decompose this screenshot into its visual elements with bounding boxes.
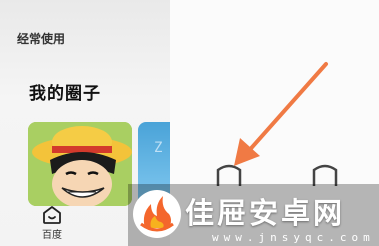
circle-card-1-image bbox=[28, 122, 132, 206]
section-label-frequently-used: 经常使用 bbox=[17, 32, 66, 46]
partial-icon-left bbox=[216, 164, 242, 186]
circle-card-1[interactable] bbox=[28, 122, 132, 206]
bottom-nav-baidu-label: 百度 bbox=[42, 230, 62, 241]
bottom-nav-baidu[interactable]: 百度 bbox=[36, 206, 68, 246]
pointer-arrow-icon bbox=[234, 62, 328, 166]
home-icon bbox=[43, 206, 61, 224]
my-circles-title: 我的圈子 bbox=[29, 84, 101, 104]
flame-logo-icon bbox=[133, 190, 181, 238]
circle-card-2-text: Z bbox=[154, 140, 163, 156]
partial-icon-right bbox=[312, 164, 338, 186]
watermark-site-name: 佳屉安卓网 bbox=[185, 196, 346, 230]
watermark: 佳屉安卓网 www.jnsyqc.com bbox=[128, 186, 379, 246]
watermark-site-url: www.jnsyqc.com bbox=[212, 231, 375, 244]
